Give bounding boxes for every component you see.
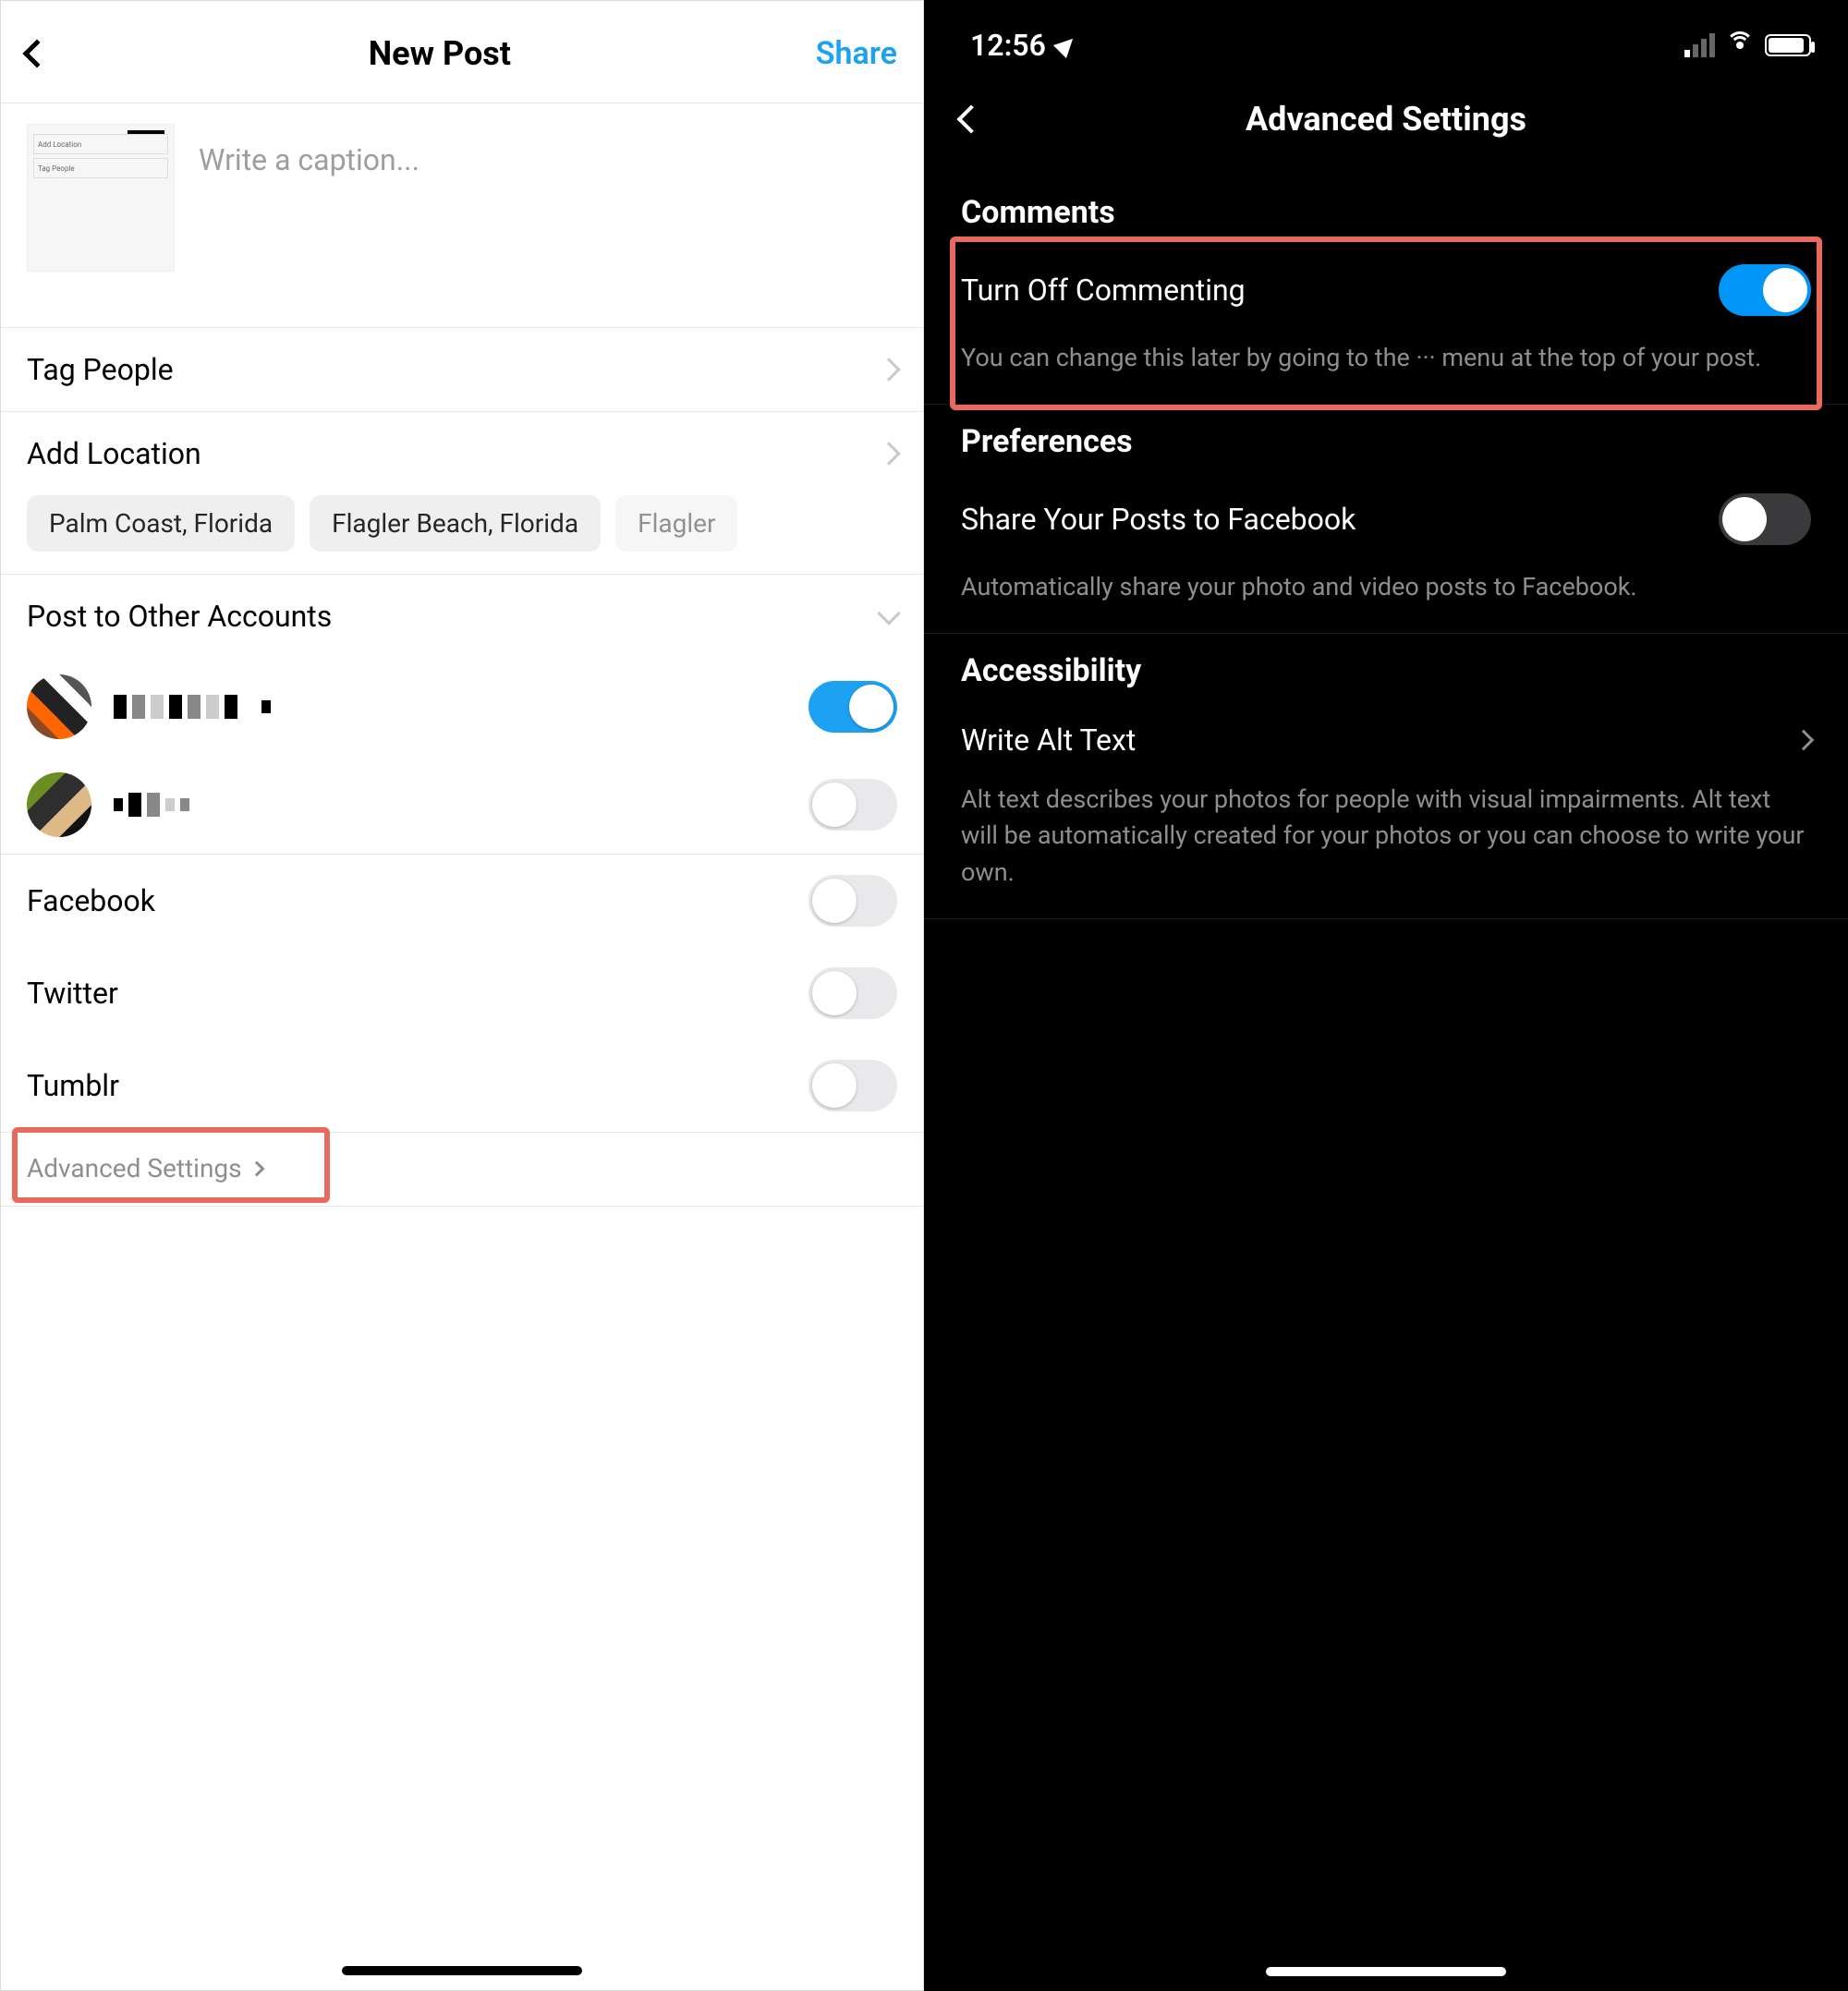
status-icons	[1684, 31, 1811, 59]
chevron-right-icon	[249, 1160, 264, 1176]
post-to-other-accounts-row[interactable]: Post to Other Accounts	[1, 575, 923, 658]
service-twitter-row: Twitter	[1, 947, 923, 1039]
thumb-line: Add Location	[33, 134, 168, 154]
advanced-settings-row[interactable]: Advanced Settings	[1, 1133, 923, 1207]
location-chip[interactable]: Flagler	[615, 495, 737, 552]
header: New Post Share	[1, 1, 923, 103]
thumb-line: Tag People	[33, 158, 168, 178]
caption-input[interactable]: Write a caption...	[199, 124, 897, 177]
accounts-list	[1, 658, 923, 855]
account-row	[1, 658, 923, 756]
home-indicator	[1266, 1967, 1506, 1976]
section-header-accessibility: Accessibility	[924, 634, 1848, 704]
location-chip[interactable]: Palm Coast, Florida	[27, 495, 295, 552]
account-identity	[27, 772, 189, 837]
account-row	[1, 756, 923, 854]
location-suggestions: Palm Coast, Florida Flagler Beach, Flori…	[1, 495, 923, 575]
row-label: Write Alt Text	[961, 722, 1136, 758]
chevron-right-icon	[877, 358, 900, 381]
chevron-right-icon	[1793, 730, 1815, 751]
row-label: Share Your Posts to Facebook	[961, 502, 1356, 537]
advanced-settings-label: Advanced Settings	[27, 1153, 242, 1184]
cellular-signal-icon	[1684, 33, 1715, 57]
turn-off-commenting-row: Turn Off Commenting	[924, 246, 1848, 334]
post-thumbnail[interactable]: Add Location Tag People	[27, 124, 175, 272]
turn-off-commenting-toggle[interactable]	[1719, 264, 1811, 316]
row-label: Tag People	[27, 352, 174, 387]
home-indicator	[342, 1966, 582, 1975]
section-header-comments: Comments	[924, 176, 1848, 246]
service-facebook-row: Facebook	[1, 855, 923, 947]
location-chip[interactable]: Flagler Beach, Florida	[310, 495, 601, 552]
back-button[interactable]	[27, 43, 64, 64]
row-description: Alt text describes your photos for peopl…	[924, 776, 1848, 918]
avatar	[27, 772, 91, 837]
share-to-facebook-row: Share Your Posts to Facebook	[924, 475, 1848, 564]
header: Advanced Settings	[924, 72, 1848, 176]
service-label: Facebook	[27, 883, 155, 918]
chevron-left-icon	[22, 39, 51, 67]
page-title: Advanced Settings	[961, 100, 1811, 139]
row-description: You can change this later by going to th…	[924, 334, 1848, 405]
account-identity	[27, 674, 271, 739]
add-location-row[interactable]: Add Location	[1, 412, 923, 495]
service-label: Twitter	[27, 976, 118, 1011]
row-label: Add Location	[27, 436, 201, 471]
service-toggle[interactable]	[808, 1060, 897, 1111]
share-button[interactable]: Share	[816, 35, 897, 72]
new-post-screen: New Post Share Add Location Tag People W…	[0, 0, 924, 1991]
advanced-settings-screen: 12:56 Advanced Settings Comments Turn Of…	[924, 0, 1848, 1991]
caption-row: Add Location Tag People Write a caption.…	[1, 103, 923, 328]
row-label: Post to Other Accounts	[27, 599, 332, 634]
battery-icon	[1765, 34, 1811, 56]
services-list: Facebook Twitter Tumblr	[1, 855, 923, 1133]
section-header-preferences: Preferences	[924, 405, 1848, 475]
wifi-icon	[1726, 31, 1754, 59]
account-share-toggle[interactable]	[808, 681, 897, 733]
status-time-block: 12:56	[970, 28, 1076, 63]
share-to-facebook-toggle[interactable]	[1719, 493, 1811, 545]
page-title: New Post	[369, 34, 511, 73]
account-name-redacted	[114, 695, 271, 719]
chevron-right-icon	[877, 442, 900, 465]
service-tumblr-row: Tumblr	[1, 1039, 923, 1132]
location-arrow-icon	[1053, 32, 1079, 58]
row-label: Turn Off Commenting	[961, 273, 1246, 308]
service-toggle[interactable]	[808, 967, 897, 1019]
tag-people-row[interactable]: Tag People	[1, 328, 923, 412]
write-alt-text-row[interactable]: Write Alt Text	[924, 704, 1848, 776]
account-name-redacted	[114, 793, 189, 817]
status-time: 12:56	[970, 28, 1046, 63]
avatar	[27, 674, 91, 739]
account-share-toggle[interactable]	[808, 779, 897, 831]
service-toggle[interactable]	[808, 875, 897, 927]
row-description: Automatically share your photo and video…	[924, 564, 1848, 634]
chevron-down-icon	[877, 601, 900, 625]
status-bar: 12:56	[924, 0, 1848, 72]
service-label: Tumblr	[27, 1068, 119, 1103]
